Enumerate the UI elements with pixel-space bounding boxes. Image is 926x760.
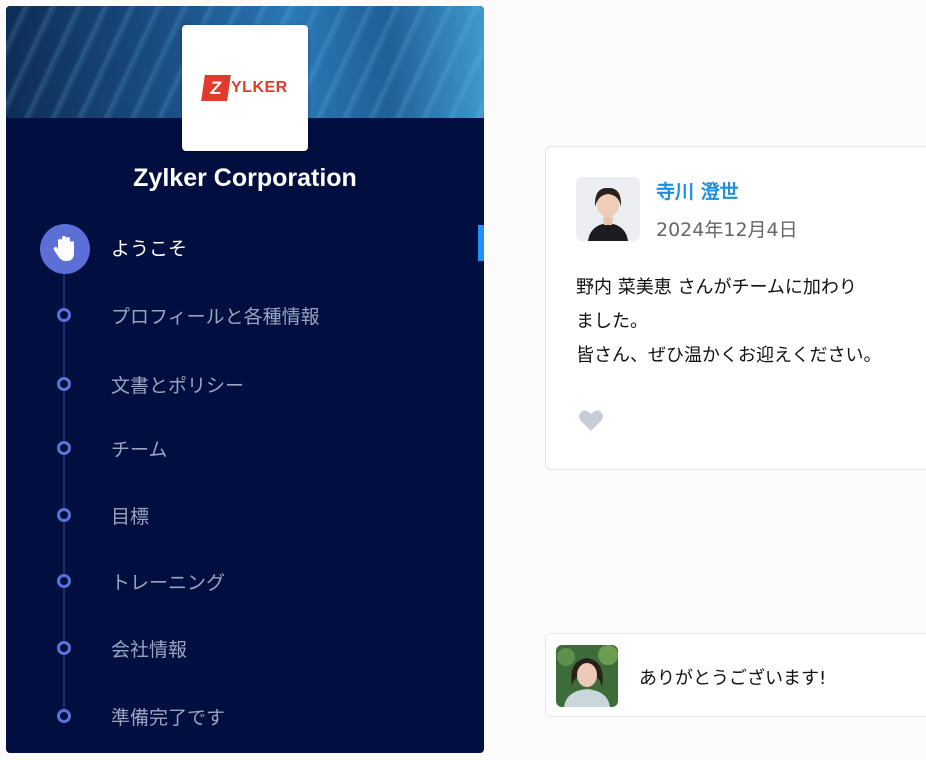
author-name-link[interactable]: 寺川 澄世 bbox=[656, 177, 739, 204]
post-body-line: ました。 bbox=[576, 311, 648, 332]
post-body-line: 野内 菜美恵 さんがチームに加わり bbox=[576, 277, 857, 298]
step-label: 文書とポリシー bbox=[111, 375, 245, 397]
waving-hand-icon bbox=[40, 224, 90, 274]
step-label: トレーニング bbox=[111, 572, 226, 594]
company-name: Zylker Corporation bbox=[133, 164, 357, 192]
step-label: チーム bbox=[111, 439, 168, 461]
commenter-avatar[interactable] bbox=[556, 645, 618, 707]
logo-wordmark: YLKER bbox=[231, 79, 288, 96]
author-avatar[interactable] bbox=[576, 177, 640, 241]
step-dot bbox=[57, 709, 71, 723]
logo-z-box: Z bbox=[201, 75, 231, 101]
active-step-indicator bbox=[478, 225, 484, 261]
comment-card: ありがとうございます! bbox=[545, 633, 926, 717]
step-label: 準備完了です bbox=[111, 707, 226, 729]
heart-icon[interactable] bbox=[578, 409, 604, 437]
step-dot bbox=[57, 308, 71, 322]
step-documents[interactable]: 文書とポリシー bbox=[6, 363, 484, 403]
comment-text: ありがとうございます! bbox=[639, 668, 827, 689]
step-welcome[interactable]: ようこそ bbox=[6, 224, 484, 274]
step-dot bbox=[57, 574, 71, 588]
post-date: 2024年12月4日 bbox=[656, 219, 798, 241]
step-label: 会社情報 bbox=[111, 639, 188, 661]
post-body-line: 皆さん、ぜひ温かくお迎えください。 bbox=[576, 345, 882, 366]
step-dot bbox=[57, 641, 71, 655]
step-company-info[interactable]: 会社情報 bbox=[6, 627, 484, 667]
step-profile[interactable]: プロフィールと各種情報 bbox=[6, 294, 484, 334]
step-dot bbox=[57, 508, 71, 522]
onboarding-sidebar: Z YLKER Zylker Corporation ようこそ プロフィールと各… bbox=[6, 6, 484, 753]
step-label: プロフィールと各種情報 bbox=[111, 306, 320, 328]
step-label: 目標 bbox=[111, 506, 150, 528]
step-dot bbox=[57, 377, 71, 391]
step-training[interactable]: トレーニング bbox=[6, 560, 484, 600]
post-body: 野内 菜美恵 さんがチームに加わり ました。 皆さん、ぜひ温かくお迎えください。 bbox=[576, 271, 906, 373]
step-label: ようこそ bbox=[111, 238, 188, 260]
company-logo: Z YLKER bbox=[182, 25, 308, 151]
step-team[interactable]: チーム bbox=[6, 427, 484, 467]
step-dot bbox=[57, 441, 71, 455]
step-ready[interactable]: 準備完了です bbox=[6, 695, 484, 735]
welcome-post-card: 寺川 澄世 2024年12月4日 野内 菜美恵 さんがチームに加わり ました。 … bbox=[545, 146, 926, 470]
step-goals[interactable]: 目標 bbox=[6, 494, 484, 534]
zylker-logo-mark: Z YLKER bbox=[201, 74, 288, 102]
